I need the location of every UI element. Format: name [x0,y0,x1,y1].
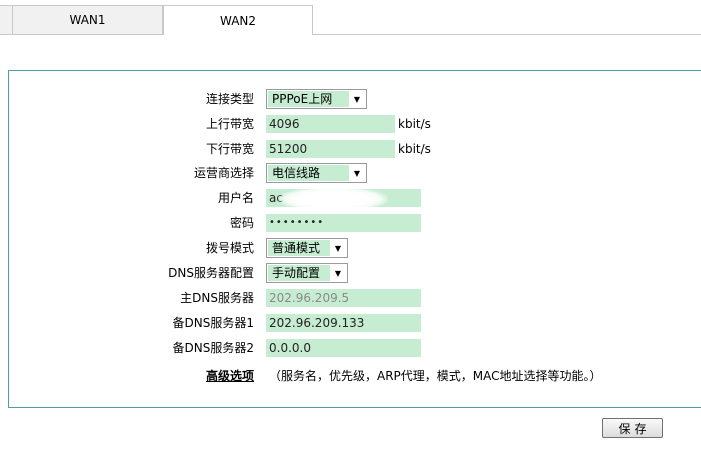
upstream-label: 上行带宽 [205,117,254,131]
dns-primary-label: 主DNS服务器 [180,291,254,305]
upstream-input[interactable]: 4096 [266,115,395,133]
dns-config-select[interactable]: 手动配置 ▼ [266,263,348,283]
downstream-input[interactable]: 51200 [266,140,395,158]
row-downstream: 下行带宽 51200 kbit/s [9,138,701,160]
dial-mode-value: 普通模式 [268,240,330,256]
username-field-wrap: ac [266,187,421,209]
dns-backup2-input[interactable]: 0.0.0.0 [266,339,421,357]
save-button[interactable]: 保存 [602,418,663,438]
connection-type-value: PPPoE上网 [268,91,349,107]
tab-wan2-label: WAN2 [219,13,257,28]
password-input[interactable]: •••••••• [266,214,421,232]
chevron-down-icon: ▼ [334,243,342,253]
row-dns-backup2: 备DNS服务器2 0.0.0.0 [9,337,701,359]
tab-wan1-label: WAN1 [69,13,106,27]
tab-stub [0,5,12,35]
connection-type-select[interactable]: PPPoE上网 ▼ [266,89,367,109]
upstream-unit: kbit/s [398,117,431,131]
downstream-unit: kbit/s [398,142,431,156]
dns-config-value: 手动配置 [268,265,330,281]
dns-config-label: DNS服务器配置 [168,266,254,280]
row-password: 密码 •••••••• [9,212,701,234]
row-dial-mode: 拨号模式 普通模式 ▼ [9,237,701,259]
row-upstream: 上行带宽 4096 kbit/s [9,113,701,135]
row-isp: 运营商选择 电信线路 ▼ [9,162,701,184]
chevron-down-icon: ▼ [353,168,361,178]
password-label: 密码 [229,216,254,230]
dial-mode-label: 拨号模式 [205,241,254,255]
row-dns-config: DNS服务器配置 手动配置 ▼ [9,262,701,284]
row-dns-backup1: 备DNS服务器1 202.96.209.133 [9,312,701,334]
downstream-label: 下行带宽 [205,142,254,156]
dns-backup2-label: 备DNS服务器2 [172,341,254,355]
row-dns-primary: 主DNS服务器 202.96.209.5 [9,287,701,309]
isp-select[interactable]: 电信线路 ▼ [266,163,367,183]
row-username: 用户名 ac [9,187,701,209]
row-connection-type: 连接类型 PPPoE上网 ▼ [9,88,701,110]
dns-backup1-label: 备DNS服务器1 [172,316,254,330]
tab-divider [312,34,701,35]
chevron-down-icon: ▼ [334,268,342,278]
connection-type-label: 连接类型 [205,92,254,106]
isp-label: 运营商选择 [193,166,254,180]
tab-wan2[interactable]: WAN2 [163,5,313,35]
chevron-down-icon: ▼ [353,94,361,104]
tab-wan1[interactable]: WAN1 [12,5,163,35]
dns-primary-input[interactable]: 202.96.209.5 [266,289,421,307]
tab-bar: WAN1 WAN2 [0,0,701,35]
username-label: 用户名 [217,191,254,205]
advanced-options-link[interactable]: 高级选项 [206,365,254,387]
wan2-settings-panel: 连接类型 PPPoE上网 ▼ 上行带宽 4096 kbit/s 下行带宽 512… [8,70,701,408]
dial-mode-select[interactable]: 普通模式 ▼ [266,238,348,258]
advanced-options-desc: （服务名，优先级，ARP代理，模式，MAC地址选择等功能。） [269,369,602,383]
redaction-blur [278,187,388,209]
row-advanced: 高级选项 （服务名，优先级，ARP代理，模式，MAC地址选择等功能。） [9,365,701,387]
dns-backup1-input[interactable]: 202.96.209.133 [266,314,421,332]
isp-value: 电信线路 [268,165,349,181]
